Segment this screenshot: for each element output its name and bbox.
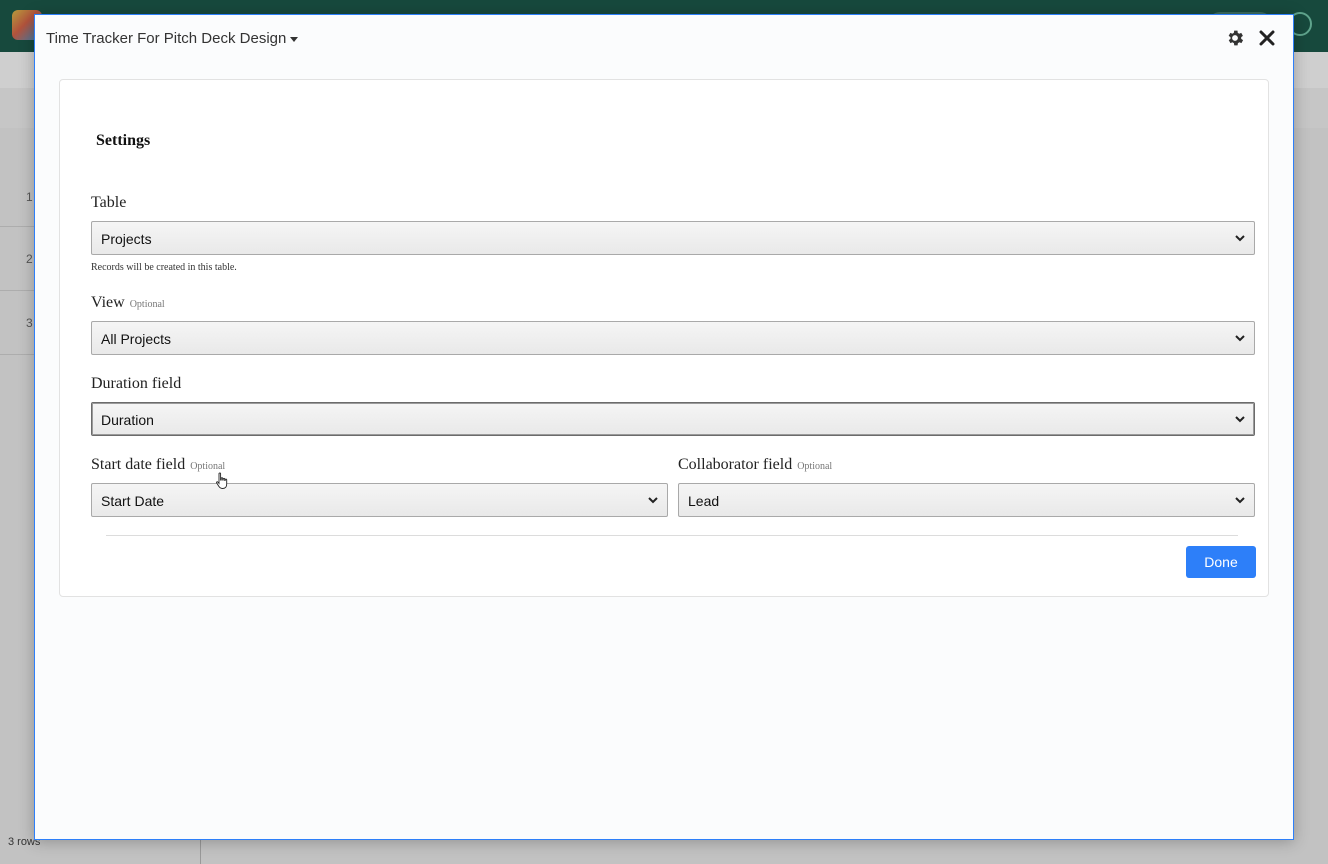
- row-number: 3: [26, 316, 33, 330]
- collaborator-label-text: Collaborator field: [678, 456, 793, 473]
- table-hint: Records will be created in this table.: [91, 262, 237, 273]
- grid-row: 1: [0, 162, 34, 227]
- table-select[interactable]: Projects: [91, 221, 1255, 255]
- view-label-text: View: [91, 294, 125, 311]
- collaborator-label: Collaborator field Optional: [678, 456, 832, 474]
- start-date-optional-tag: Optional: [190, 461, 226, 472]
- collaborator-select-value: Lead: [688, 493, 720, 509]
- caret-down-icon: [290, 37, 299, 42]
- duration-select-value: Duration: [101, 412, 154, 428]
- gear-icon[interactable]: [1225, 28, 1245, 48]
- settings-heading: Settings: [96, 132, 151, 149]
- view-select[interactable]: All Projects: [91, 321, 1255, 355]
- row-number: 1: [26, 190, 33, 204]
- view-optional-tag: Optional: [129, 299, 165, 310]
- start-date-select-value: Start Date: [101, 493, 165, 509]
- duration-select[interactable]: Duration: [91, 402, 1255, 436]
- chevron-down-icon: [1235, 497, 1245, 504]
- extension-modal: Time Tracker For Pitch Deck Design Setti…: [34, 14, 1294, 840]
- chevron-down-icon: [1235, 416, 1245, 423]
- divider: [106, 535, 1238, 536]
- grid-row: 2: [0, 226, 34, 291]
- modal-title: Time Tracker For Pitch Deck Design: [46, 30, 287, 47]
- chevron-down-icon: [1235, 335, 1245, 342]
- chevron-down-icon: [1235, 235, 1245, 242]
- done-button[interactable]: Done: [1186, 546, 1256, 578]
- row-number: 2: [26, 252, 33, 266]
- table-select-value: Projects: [101, 231, 152, 247]
- start-date-select[interactable]: Start Date: [91, 483, 668, 517]
- modal-title-menu[interactable]: Time Tracker For Pitch Deck Design: [46, 30, 299, 47]
- start-date-label: Start date field Optional: [91, 456, 225, 474]
- collaborator-optional-tag: Optional: [797, 461, 833, 472]
- collaborator-select[interactable]: Lead: [678, 483, 1255, 517]
- start-date-label-text: Start date field: [91, 456, 186, 473]
- settings-card: Settings Table Projects Records will be …: [59, 79, 1269, 597]
- chevron-down-icon: [648, 497, 658, 504]
- view-label: View Optional: [91, 294, 165, 312]
- panel-divider: [200, 836, 771, 864]
- duration-label: Duration field: [91, 375, 182, 392]
- hand-cursor-icon: [216, 472, 228, 489]
- view-select-value: All Projects: [101, 331, 172, 347]
- close-icon[interactable]: [1257, 28, 1277, 48]
- grid-row: 3: [0, 290, 34, 355]
- table-label: Table: [91, 194, 127, 211]
- modal-header: Time Tracker For Pitch Deck Design: [35, 15, 1293, 63]
